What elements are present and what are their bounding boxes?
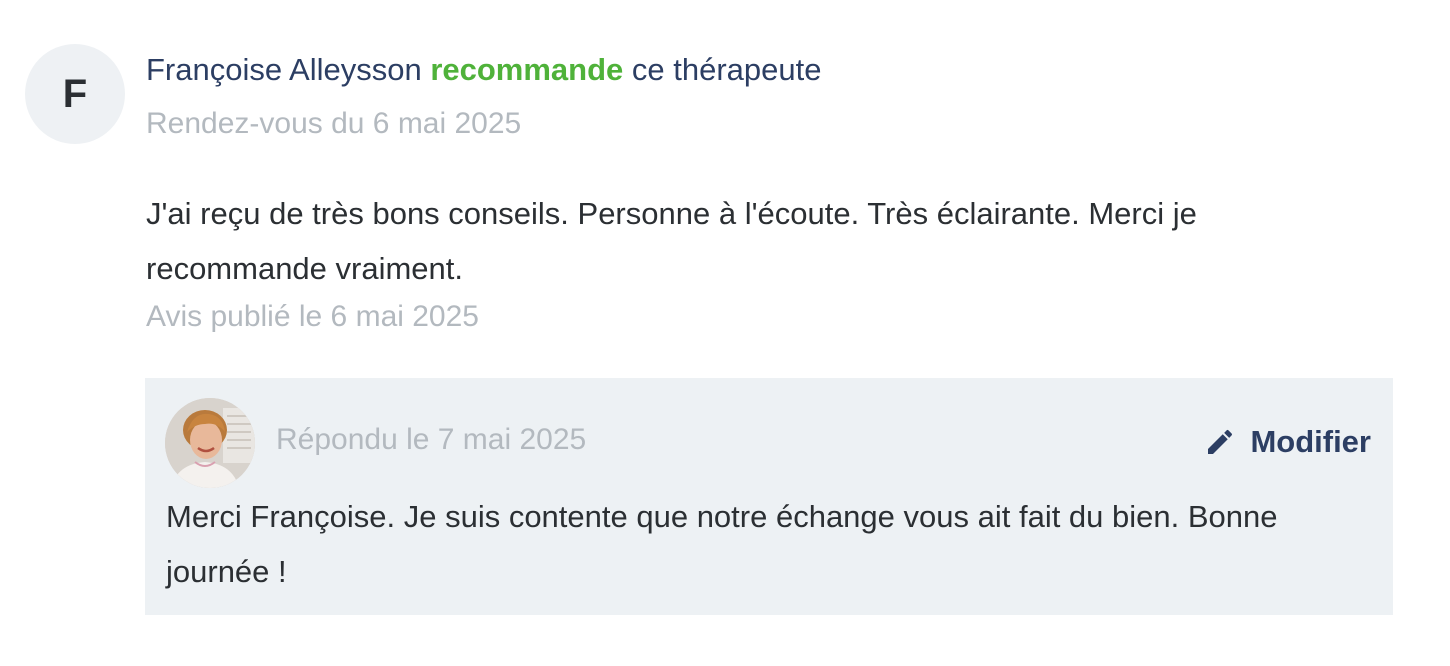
reply-date: Répondu le 7 mai 2025	[276, 423, 587, 456]
review-text: J'ai reçu de très bons conseils. Personn…	[146, 196, 1197, 286]
edit-reply-label: Modifier	[1250, 424, 1371, 459]
therapist-avatar	[165, 398, 255, 488]
appointment-date: Rendez-vous du 6 mai 2025	[146, 107, 522, 140]
reviewer-name: Françoise Alleysson	[146, 52, 422, 87]
recommend-object: ce thérapeute	[631, 52, 822, 87]
reply-text: Merci Françoise. Je suis contente que no…	[166, 499, 1278, 589]
review-card: F Françoise Alleysson recommande ce thér…	[0, 0, 1450, 666]
reviewer-avatar: F	[25, 44, 125, 144]
edit-reply-button[interactable]: Modifier	[1204, 424, 1371, 460]
pencil-icon	[1208, 429, 1233, 454]
reviewer-avatar-letter: F	[62, 71, 88, 116]
recommend-verb: recommande	[430, 52, 624, 87]
review-headline: Françoise Alleysson recommande ce thérap…	[146, 52, 822, 88]
therapist-photo	[165, 398, 255, 488]
therapist-reply: Répondu le 7 mai 2025 Modifier Merci Fra…	[145, 378, 1393, 615]
review-published-date: Avis publié le 6 mai 2025	[146, 300, 479, 333]
